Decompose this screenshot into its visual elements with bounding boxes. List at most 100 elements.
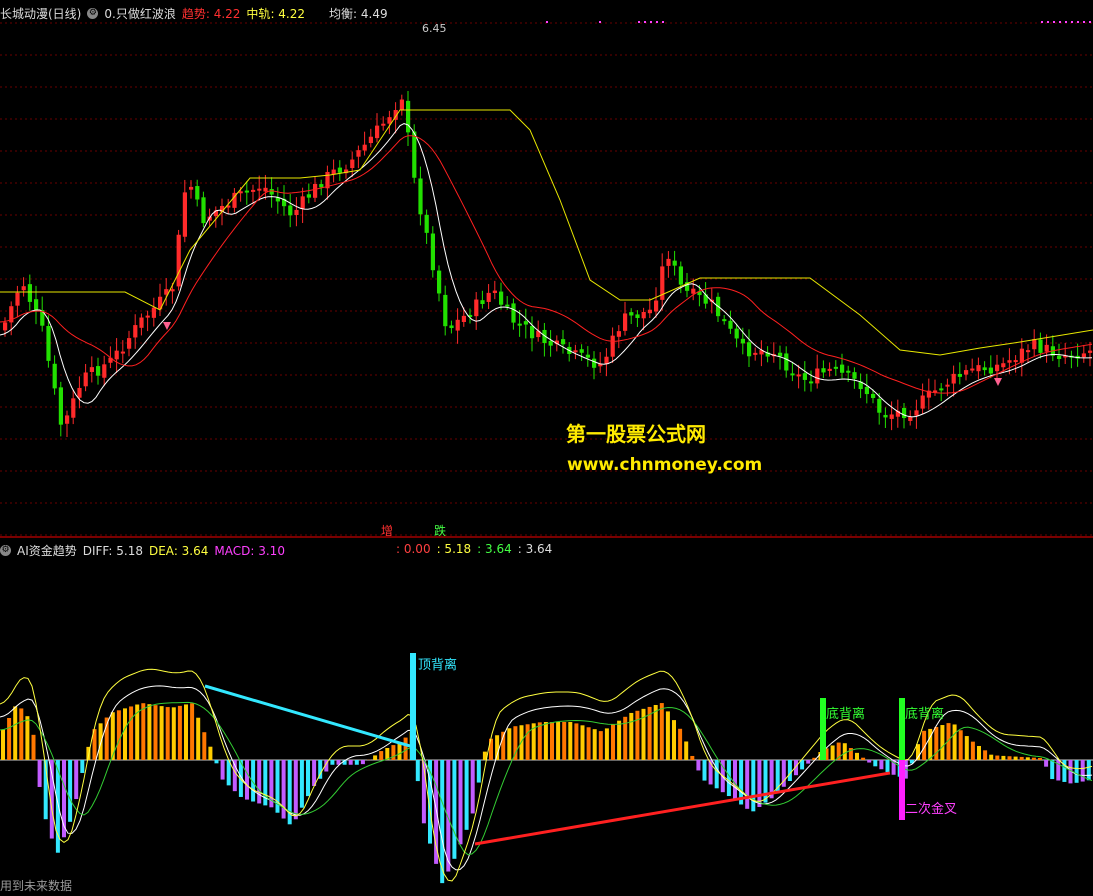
candle-body (89, 367, 94, 372)
histogram-bar (489, 738, 493, 760)
extra-value-3: : 3.64 (477, 542, 512, 556)
price-chart-header: 长城动漫(日线) ⚙ 0.只做红波浪 趋势: 4.22 中轨: 4.22 均衡:… (0, 4, 388, 22)
histogram-bar (855, 752, 859, 760)
histogram-bar (665, 711, 670, 760)
candle-body (846, 370, 851, 373)
histogram-bar (604, 728, 609, 760)
aux-line (0, 668, 1093, 882)
bottom-divergence-label-2: 底背离 (905, 707, 945, 722)
top-divergence-marker (410, 653, 416, 760)
histogram-bar (31, 734, 36, 760)
indicator-name[interactable]: 0.只做红波浪 (104, 5, 175, 22)
candle-body (548, 340, 553, 346)
histogram-bar (1019, 756, 1024, 760)
candle-body (58, 387, 63, 425)
histogram-bar (885, 760, 890, 773)
candle-body (492, 290, 497, 294)
ma-yellow-line (0, 109, 1093, 356)
histogram-bar (787, 760, 792, 781)
candle-body (877, 398, 882, 413)
macd-title[interactable]: AI资金趋势 (17, 542, 77, 559)
histogram-bar (702, 760, 707, 781)
candle-body (244, 190, 249, 193)
price-chart-panel[interactable]: 长城动漫(日线) ⚙ 0.只做红波浪 趋势: 4.22 中轨: 4.22 均衡:… (0, 0, 1093, 538)
candle-body (269, 189, 274, 195)
candle-body (523, 321, 528, 325)
candle-body (300, 196, 305, 210)
settings-icon[interactable]: ⚙ (87, 7, 99, 19)
histogram-bar (68, 760, 73, 822)
histogram-bar (348, 760, 353, 765)
histogram-bar (80, 760, 85, 773)
histogram-bar (1007, 756, 1012, 760)
candle-body (585, 354, 590, 358)
candle-body (821, 368, 826, 373)
candle-body (778, 352, 783, 357)
marker-dot (650, 21, 652, 23)
candle-body (592, 358, 597, 368)
histogram-bar (299, 760, 304, 808)
candle-body (604, 356, 609, 364)
candle-body (1026, 350, 1031, 353)
histogram-bar (330, 760, 335, 765)
candle-body (815, 368, 820, 384)
histogram-bar (470, 760, 475, 814)
settings-icon[interactable]: ⚙ (0, 545, 11, 556)
candle-body (939, 388, 944, 391)
histogram-bar (635, 710, 640, 760)
mid-label: 中轨: 4.22 (246, 6, 306, 21)
marker-dot (662, 21, 664, 23)
candle-body (871, 393, 876, 398)
candle-body (1044, 344, 1049, 352)
candle-body (133, 325, 138, 338)
histogram-bar (1001, 755, 1006, 760)
candle-body (672, 260, 677, 266)
marker-dot (644, 21, 646, 23)
candle-body (666, 258, 671, 266)
histogram-bar (25, 716, 30, 760)
histogram-bar (391, 745, 396, 760)
macd-label: MACD: 3.10 (214, 543, 285, 558)
candle-body (616, 331, 621, 337)
candle-body (678, 266, 683, 285)
histogram-bar (245, 760, 249, 800)
candle-body (1001, 363, 1006, 368)
candle-body (734, 328, 739, 339)
histogram-bar (1074, 760, 1079, 783)
candle-body (46, 325, 51, 361)
histogram-bar (123, 708, 127, 760)
histogram-bar (1, 729, 5, 760)
candle-body (505, 304, 510, 307)
histogram-bar (464, 760, 469, 830)
histogram-bar (116, 710, 121, 760)
stock-title: 长城动漫(日线) (0, 6, 82, 21)
candle-body (201, 197, 206, 224)
candle-body (127, 338, 132, 349)
candle-body (641, 312, 646, 319)
histogram-bar (659, 703, 664, 760)
candle-body (189, 186, 194, 190)
marker-dot (1077, 21, 1079, 23)
histogram-bar (983, 750, 988, 760)
marker-dot (1089, 21, 1091, 23)
candle-body (623, 313, 628, 331)
candle-body (1038, 339, 1043, 353)
histogram-bar (1038, 757, 1042, 760)
histogram-bar (629, 712, 634, 760)
candlestick-chart[interactable] (0, 0, 1093, 536)
histogram-bar (202, 732, 207, 760)
bottom-divergence-line (474, 771, 891, 846)
candle-body (1032, 339, 1037, 350)
candle-body (356, 150, 361, 157)
candle-body (83, 372, 88, 387)
macd-panel[interactable]: ⚙ AI资金趋势 DIFF: 5.18 DEA: 3.64 MACD: 3.10… (0, 538, 1093, 896)
candle-body (71, 398, 76, 418)
signal-marker (994, 378, 1002, 386)
histogram-bar (190, 703, 195, 760)
histogram-bar (592, 729, 597, 760)
histogram-bar (952, 724, 957, 760)
histogram-bar (714, 760, 719, 789)
histogram-bar (562, 722, 567, 760)
histogram-bar (147, 704, 152, 760)
marker-dot (546, 21, 548, 23)
